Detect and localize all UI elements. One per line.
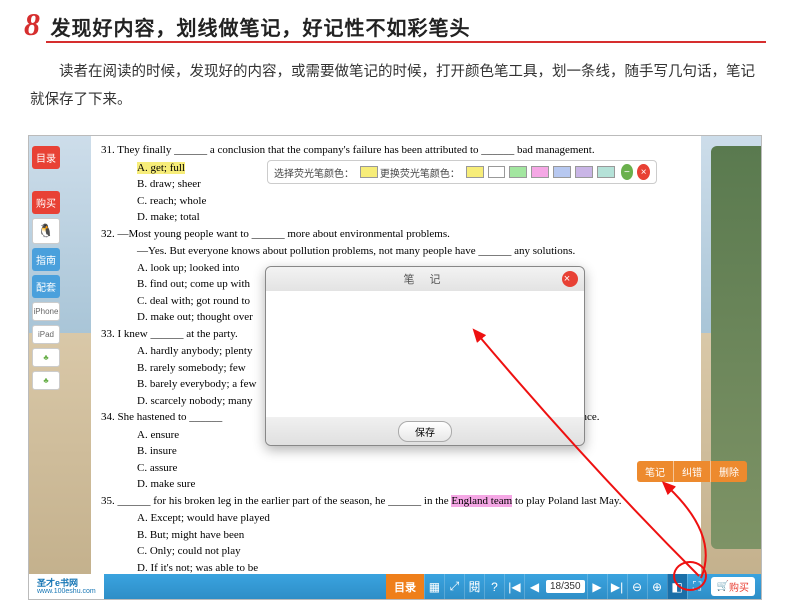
q34-opt-c: C. assure — [137, 460, 689, 477]
color-swatch-4[interactable] — [531, 166, 549, 178]
toolbar-prev-icon[interactable]: ◀ — [524, 574, 544, 599]
context-menu[interactable]: 笔记 纠错 删除 — [637, 461, 747, 482]
toolbar-highlighter-icon[interactable]: ◧ — [667, 574, 687, 599]
color-swatch-6[interactable] — [575, 166, 593, 178]
description: 读者在阅读的时候，发现好的内容，或需要做笔记的时候，打开颜色笔工具，划一条线，随… — [0, 51, 790, 124]
q35-opt-d: D. If it's not; was able to be — [137, 560, 689, 575]
note-save-button[interactable]: 保存 — [398, 421, 452, 442]
note-textarea[interactable] — [266, 291, 584, 417]
bottom-toolbar: 圣才e书网 www.100eshu.com 目录 ▦ ⤢ 閱 ? |◀ ◀ 18… — [29, 574, 761, 599]
color-delete-icon[interactable]: − — [621, 164, 634, 180]
sidebar-ipad[interactable]: iPad — [32, 325, 60, 344]
sidebar-toc[interactable]: 目录 — [32, 146, 60, 169]
q31-opt-d: D. make; total — [137, 209, 689, 226]
sidebar-peitao[interactable]: 配套 — [32, 275, 60, 298]
logo: 圣才e书网 www.100eshu.com — [29, 574, 104, 599]
highlighted-text[interactable]: England team — [451, 495, 512, 507]
toolbar-read-icon[interactable]: 閱 — [464, 574, 484, 599]
highlighter-color-bar[interactable]: 选择荧光笔颜色： 更换荧光笔颜色： − × — [267, 160, 657, 184]
toolbar-cart-button[interactable]: 🛒购买 — [711, 577, 755, 596]
q32-line2: —Yes. But everyone knows about pollution… — [137, 243, 689, 260]
question-35: 35. ______ for his broken leg in the ear… — [101, 493, 689, 510]
toolbar-zoomout-icon[interactable]: ⊖ — [627, 574, 647, 599]
note-close-icon[interactable]: × — [562, 271, 578, 287]
question-31: 31. They finally ______ a conclusion tha… — [101, 142, 689, 159]
toolbar-last-icon[interactable]: ▶| — [607, 574, 627, 599]
note-dialog[interactable]: 笔 记 × 保存 — [265, 266, 585, 446]
sidebar-android2[interactable]: ♣ — [32, 371, 60, 390]
color-swatch-2[interactable] — [488, 166, 506, 178]
color-swatch-3[interactable] — [509, 166, 527, 178]
color-label-1: 选择荧光笔颜色： — [274, 165, 354, 180]
divider — [46, 41, 766, 43]
sidebar-qq-icon[interactable]: 🐧 — [32, 218, 60, 244]
toolbar-fullscreen-icon[interactable]: ⛶ — [687, 574, 707, 599]
toolbar-next-icon[interactable]: ▶ — [587, 574, 607, 599]
color-swatch-current[interactable] — [360, 166, 378, 178]
q35-opt-c: C. Only; could not play — [137, 543, 689, 560]
q31-opt-c: C. reach; whole — [137, 193, 689, 210]
note-dialog-title: 笔 记 × — [266, 267, 584, 291]
toolbar-grid-icon[interactable]: ▦ — [424, 574, 444, 599]
toolbar-toc-button[interactable]: 目录 — [386, 574, 424, 599]
toolbar-expand-icon[interactable]: ⤢ — [444, 574, 464, 599]
color-close-icon[interactable]: × — [637, 164, 650, 180]
toolbar-first-icon[interactable]: |◀ — [504, 574, 524, 599]
q34-opt-d: D. make sure — [137, 476, 689, 493]
color-swatch-5[interactable] — [553, 166, 571, 178]
toolbar-help-icon[interactable]: ? — [484, 574, 504, 599]
page-indicator[interactable]: 18/350 — [546, 580, 585, 593]
ctx-jiucuo[interactable]: 纠错 — [674, 461, 711, 482]
question-32: 32. —Most young people want to ______ mo… — [101, 226, 689, 243]
q35-opt-a: A. Except; would have played — [137, 510, 689, 527]
ctx-note[interactable]: 笔记 — [637, 461, 674, 482]
sidebar: 目录 购买 🐧 指南 配套 iPhone iPad ♣ ♣ — [29, 142, 65, 394]
sidebar-guide[interactable]: 指南 — [32, 248, 60, 271]
ctx-delete[interactable]: 删除 — [711, 461, 747, 482]
sidebar-buy[interactable]: 购买 — [32, 191, 60, 214]
reader-frame: 目录 购买 🐧 指南 配套 iPhone iPad ♣ ♣ 31. They f… — [28, 135, 762, 600]
sidebar-iphone[interactable]: iPhone — [32, 302, 60, 321]
page-title: 发现好内容，划线做笔记，好记性不如彩笔头 — [50, 6, 470, 41]
step-number: 8 — [24, 6, 40, 43]
q35-opt-b: B. But; might have been — [137, 527, 689, 544]
color-swatch-7[interactable] — [597, 166, 615, 178]
color-label-2: 更换荧光笔颜色： — [380, 165, 460, 180]
sidebar-android[interactable]: ♣ — [32, 348, 60, 367]
toolbar-zoomin-icon[interactable]: ⊕ — [647, 574, 667, 599]
color-swatch-1[interactable] — [466, 166, 484, 178]
